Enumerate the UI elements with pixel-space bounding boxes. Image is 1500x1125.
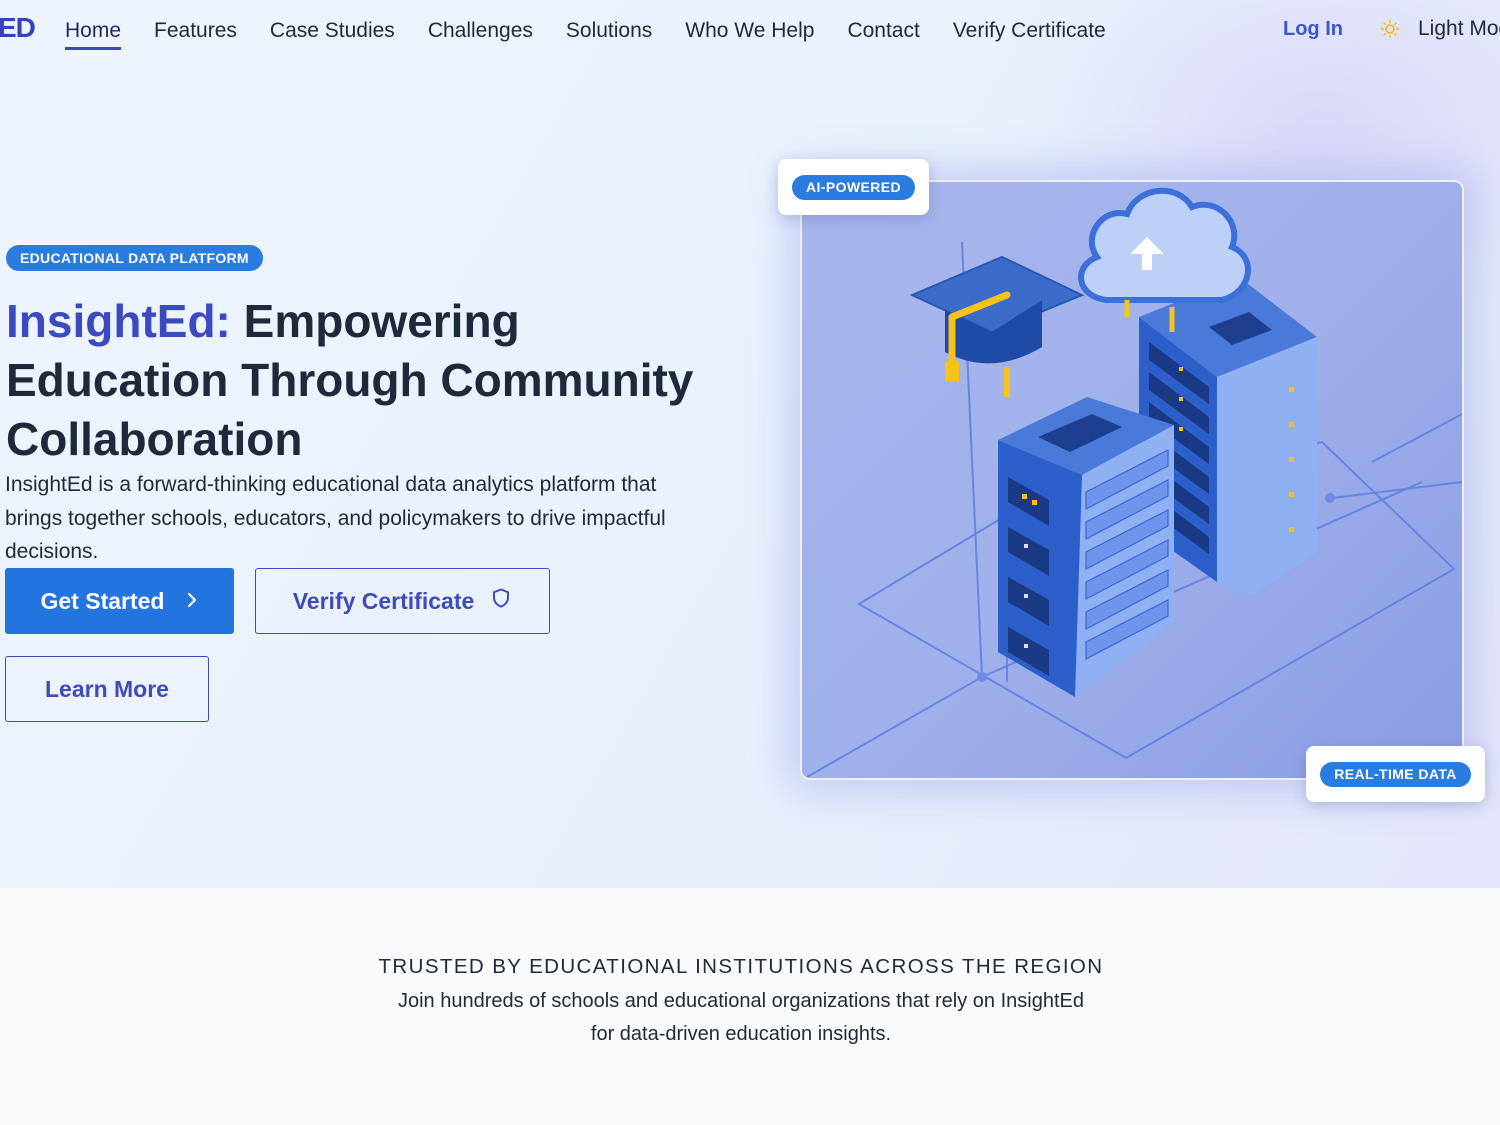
top-navbar: ED Home Features Case Studies Challenges… bbox=[0, 0, 1500, 64]
hero-title-brand: InsightEd: bbox=[6, 295, 231, 347]
logo[interactable]: ED bbox=[0, 12, 36, 44]
theme-toggle[interactable]: Light Mode bbox=[1380, 17, 1500, 41]
ai-powered-tag: AI-POWERED bbox=[778, 159, 929, 215]
nav-link-case-studies[interactable]: Case Studies bbox=[270, 18, 395, 44]
servers-illustration bbox=[806, 187, 1462, 778]
nav-link-verify-certificate[interactable]: Verify Certificate bbox=[953, 18, 1106, 44]
hero-illustration bbox=[800, 180, 1464, 780]
real-time-data-label: REAL-TIME DATA bbox=[1320, 761, 1471, 787]
nav-links: Home Features Case Studies Challenges So… bbox=[65, 18, 1106, 50]
nav-link-challenges[interactable]: Challenges bbox=[428, 18, 533, 44]
sun-icon bbox=[1380, 19, 1400, 39]
ai-powered-label: AI-POWERED bbox=[792, 174, 915, 200]
nav-link-contact[interactable]: Contact bbox=[847, 18, 919, 44]
shield-icon bbox=[490, 587, 512, 615]
chevron-right-icon bbox=[186, 588, 198, 615]
hero-description: InsightEd is a forward-thinking educatio… bbox=[5, 473, 666, 563]
get-started-button[interactable]: Get Started bbox=[5, 568, 234, 634]
get-started-label: Get Started bbox=[40, 587, 165, 614]
nav-link-home[interactable]: Home bbox=[65, 18, 122, 50]
nav-link-features[interactable]: Features bbox=[154, 18, 237, 44]
learn-more-label: Learn More bbox=[45, 675, 169, 702]
real-time-data-tag: REAL-TIME DATA bbox=[1306, 746, 1485, 802]
theme-toggle-label: Light Mode bbox=[1418, 17, 1500, 40]
hero-title: InsightEd: Empowering Education Through … bbox=[6, 292, 726, 469]
nav-link-who-we-help[interactable]: Who We Help bbox=[685, 18, 814, 44]
trusted-description: Join hundreds of schools and educational… bbox=[397, 990, 1084, 1045]
learn-more-button[interactable]: Learn More bbox=[5, 656, 209, 722]
verify-certificate-button[interactable]: Verify Certificate bbox=[255, 568, 550, 634]
nav-link-solutions[interactable]: Solutions bbox=[566, 18, 652, 44]
login-link[interactable]: Log In bbox=[1283, 18, 1343, 41]
trusted-title: TRUSTED BY EDUCATIONAL INSTITUTIONS ACRO… bbox=[378, 955, 1104, 978]
verify-certificate-label: Verify Certificate bbox=[292, 587, 475, 614]
platform-badge: EDUCATIONAL DATA PLATFORM bbox=[6, 245, 263, 271]
